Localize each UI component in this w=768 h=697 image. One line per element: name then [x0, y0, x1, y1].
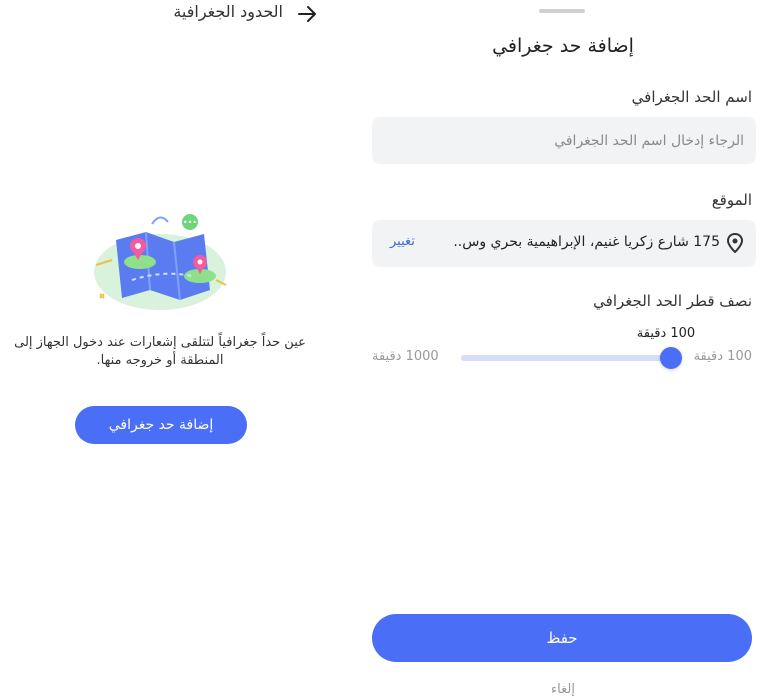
sheet-title: إضافة حد جغرافي	[492, 35, 634, 57]
back-arrow-icon[interactable]	[296, 3, 318, 25]
top-bar: الحدود الجغرافية	[0, 0, 340, 34]
cancel-button[interactable]: إلغاء	[358, 682, 768, 697]
change-location-link[interactable]: تغيير	[390, 234, 415, 249]
empty-state-description: عين حداً جغرافياً لتتلقى إشعارات عند دخو…	[14, 335, 306, 368]
location-label: الموقع	[711, 191, 752, 209]
add-geofence-button[interactable]: إضافة حد جغرافي	[75, 406, 247, 444]
radius-current-value: 100 دقيقة	[636, 326, 696, 341]
svg-text:•••: •••	[183, 218, 197, 227]
radius-slider-handle[interactable]	[660, 347, 682, 369]
radius-min-label: 100 دقيقة	[693, 349, 752, 364]
page-title: الحدود الجغرافية	[173, 2, 283, 21]
save-button[interactable]: حفظ	[372, 614, 752, 662]
sheet-drag-handle[interactable]	[539, 9, 585, 13]
location-address: 175 شارع زكريا غنيم، الإبراهيمية بحري وس…	[453, 234, 720, 250]
map-illustration: •••	[94, 214, 227, 310]
geofence-name-input[interactable]	[372, 117, 756, 164]
location-pin-icon	[726, 233, 744, 253]
radius-slider-track[interactable]	[461, 355, 675, 361]
radius-max-label: 1000 دقيقة	[372, 349, 439, 364]
geofence-list-page: الحدود الجغرافية ••• عين حداً جغرافياً ل…	[0, 0, 340, 697]
add-geofence-sheet: إضافة حد جغرافي اسم الحد الجغرافي الموقع…	[358, 0, 768, 697]
name-label: اسم الحد الجغرافي	[631, 88, 752, 106]
location-field: 175 شارع زكريا غنيم، الإبراهيمية بحري وس…	[372, 220, 756, 267]
radius-label: نصف قطر الحد الجغرافي	[593, 292, 752, 310]
